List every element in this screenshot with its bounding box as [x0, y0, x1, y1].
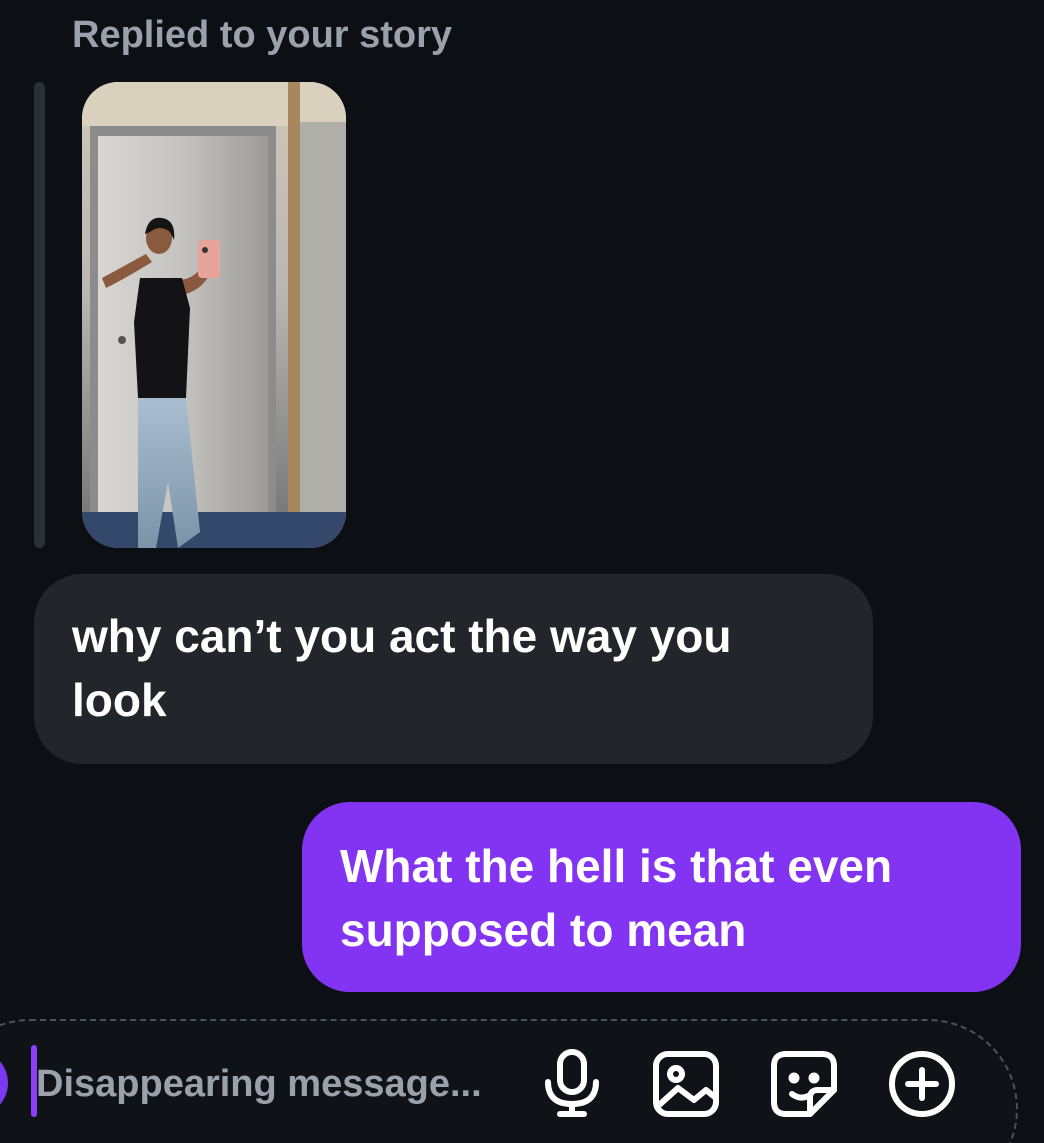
plus-circle-icon[interactable]	[886, 1048, 958, 1120]
incoming-message-bubble[interactable]: why can’t you act the way you look	[34, 574, 873, 764]
chat-screen: Replied to your story why can’t you act …	[0, 0, 1044, 1143]
story-reply-header: Replied to your story	[72, 14, 453, 56]
sticker-icon[interactable]	[768, 1048, 840, 1120]
image-icon[interactable]	[650, 1048, 722, 1120]
message-input[interactable]	[36, 1056, 506, 1112]
outgoing-message-bubble[interactable]: What the hell is that even supposed to m…	[302, 802, 1021, 992]
story-photo-image	[82, 82, 346, 548]
reply-indicator-bar	[34, 82, 45, 548]
microphone-icon[interactable]	[536, 1048, 608, 1120]
story-thumbnail[interactable]	[82, 82, 346, 548]
